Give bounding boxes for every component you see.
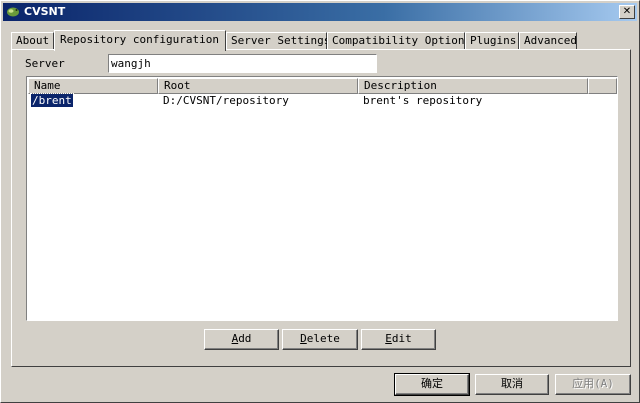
tab-repository-configuration-label: Repository configuration	[60, 33, 219, 46]
close-button[interactable]: ✕	[619, 5, 635, 19]
row-root-cell: D:/CVSNT/repository	[163, 94, 289, 107]
delete-button-label: elete	[306, 332, 340, 345]
server-label: Server	[25, 57, 65, 70]
tab-compatibility-options-label: Compatibility Options	[332, 34, 472, 47]
server-input[interactable]: wangjh	[108, 54, 377, 73]
ok-button[interactable]: 确定	[394, 373, 470, 396]
apply-button-accel: (A)	[594, 377, 614, 390]
apply-button[interactable]: 应用(A)	[555, 374, 631, 395]
edit-button-accel: E	[385, 332, 392, 345]
add-button-label: dd	[238, 332, 252, 345]
title-bar[interactable]: CVSNT ✕	[3, 3, 637, 21]
tab-strip: About Repository configuration Server Se…	[11, 30, 631, 51]
row-name-cell[interactable]: /brent	[30, 93, 74, 108]
tab-about-label: About	[16, 34, 50, 47]
delete-button-accel: D	[300, 332, 307, 345]
repository-list[interactable]: Name Root Description /brent D:/CVSNT/re…	[26, 76, 618, 321]
ok-button-label: 确定	[421, 377, 443, 390]
column-header-filler	[588, 78, 617, 94]
table-row[interactable]: /brent D:/CVSNT/repository brent's repos…	[28, 93, 617, 108]
tab-advanced[interactable]: Advanced	[519, 32, 577, 49]
add-button[interactable]: Add	[204, 329, 279, 350]
tab-server-settings[interactable]: Server Settings	[226, 32, 331, 49]
edit-button[interactable]: Edit	[361, 329, 436, 350]
column-header-root[interactable]: Root	[158, 78, 358, 94]
list-header: Name Root Description	[28, 78, 617, 94]
tab-advanced-label: Advanced	[524, 34, 577, 47]
tab-about[interactable]: About	[11, 32, 54, 49]
window-title: CVSNT	[24, 5, 66, 18]
apply-button-label: 应用	[572, 377, 595, 390]
column-header-name[interactable]: Name	[28, 78, 158, 94]
tab-repository-configuration[interactable]: Repository configuration	[54, 30, 226, 51]
edit-button-label: dit	[391, 332, 412, 345]
tab-compatibility-options[interactable]: Compatibility Options	[327, 32, 471, 49]
close-icon: ✕	[622, 6, 632, 17]
column-header-description[interactable]: Description	[358, 78, 588, 94]
cancel-button-label: 取消	[501, 377, 523, 390]
row-description-cell: brent's repository	[363, 94, 483, 107]
tab-plugins[interactable]: Plugins	[465, 32, 519, 49]
delete-button[interactable]: Delete	[282, 329, 358, 350]
cancel-button[interactable]: 取消	[475, 374, 549, 395]
tab-server-settings-label: Server Settings	[231, 34, 331, 47]
cvsnt-app-icon	[7, 7, 19, 17]
cvsnt-window: CVSNT ✕ About Repository configuration S…	[0, 0, 640, 403]
row-name: /brent	[30, 93, 74, 108]
tab-plugins-label: Plugins	[470, 34, 517, 47]
